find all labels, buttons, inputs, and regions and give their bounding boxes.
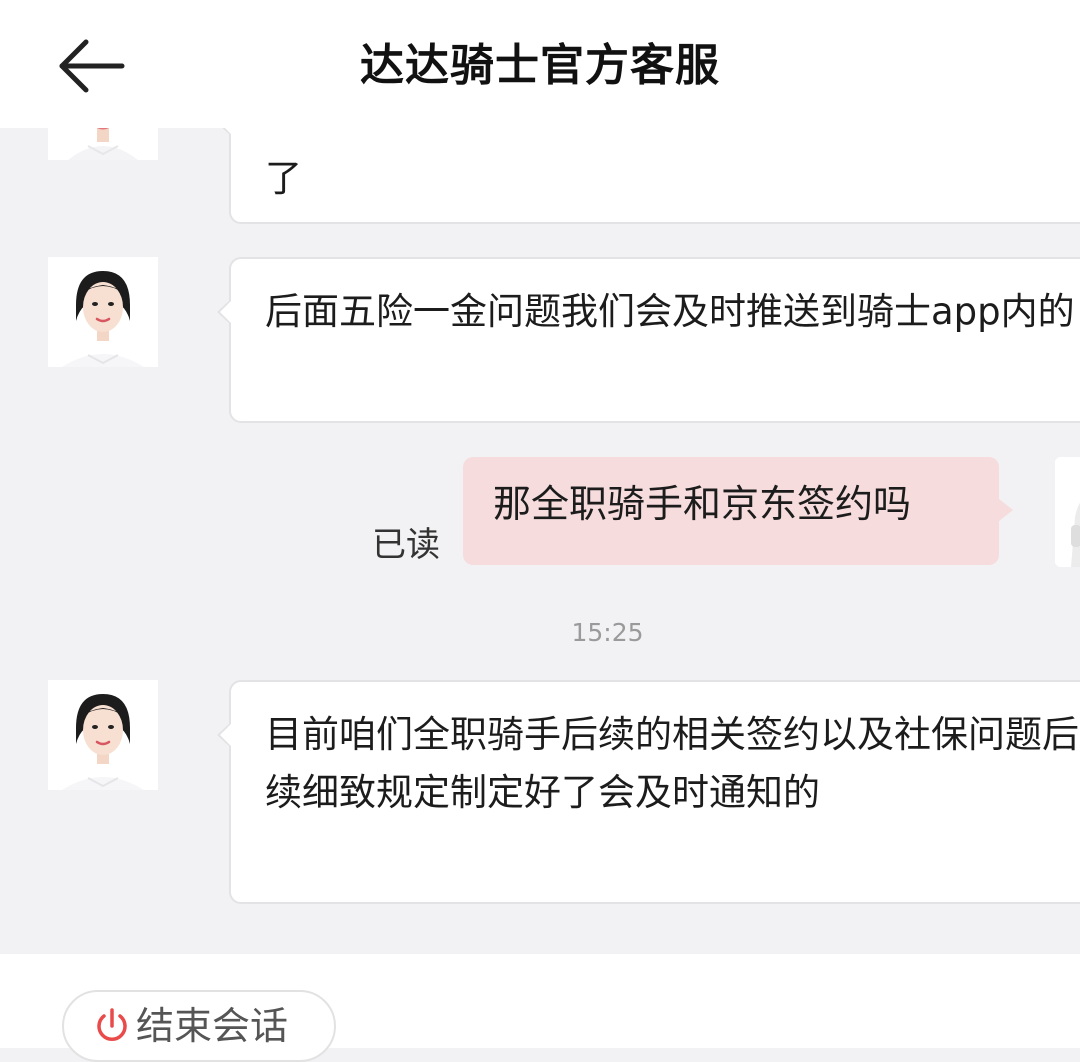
message-text: 目前咱们全职骑手后续的相关签约以及社保问题后续细致规定制定好了会及时通知的 <box>265 713 1079 814</box>
agent-avatar[interactable] <box>48 680 158 790</box>
user-avatar[interactable] <box>1055 457 1080 567</box>
chat-footer: 结束会话 <box>0 954 1080 1062</box>
message-text: 后面五险一金问题我们会及时推送到骑士app内的 <box>265 290 1075 333</box>
nav-header: 达达骑士官方客服 <box>0 0 1080 128</box>
page-title: 达达骑士官方客服 <box>360 40 720 91</box>
message-bubble[interactable]: 后面五险一金问题我们会及时推送到骑士app内的 <box>217 257 1080 423</box>
power-icon <box>97 1008 127 1041</box>
message-bubble[interactable]: 了 <box>217 128 1080 224</box>
message-bubble[interactable]: 目前咱们全职骑手后续的相关签约以及社保问题后续细致规定制定好了会及时通知的 <box>217 680 1080 904</box>
chat-messages[interactable]: 了 后面五险一金问题我们会及时推送到骑士app内的 已读 那全职骑手和京东签约吗 <box>0 128 1080 954</box>
message-text: 了 <box>265 157 302 200</box>
end-session-button[interactable]: 结束会话 <box>62 990 336 1062</box>
read-status: 已读 <box>372 525 440 565</box>
end-session-label: 结束会话 <box>136 1004 289 1048</box>
message-bubble-outgoing[interactable]: 那全职骑手和京东签约吗 <box>463 457 1013 565</box>
agent-avatar[interactable] <box>48 128 158 160</box>
message-text: 那全职骑手和京东签约吗 <box>493 482 912 526</box>
agent-avatar[interactable] <box>48 257 158 367</box>
timestamp: 15:25 <box>571 618 644 647</box>
